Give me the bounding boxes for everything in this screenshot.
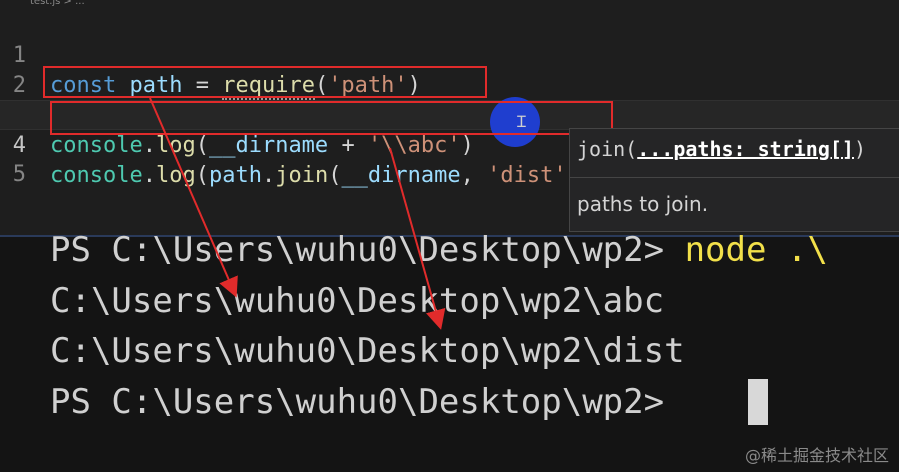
terminal-line-2: C:\Users\wuhu0\Desktop\wp2\abc [50,281,665,321]
code-editor[interactable]: test.js > ... 1 const path = require('pa… [0,0,899,235]
code-line-1[interactable]: 1 const path = require('path') [0,11,899,100]
editor-breadcrumb[interactable]: test.js > ... [0,0,899,8]
terminal-line-3: C:\Users\wuhu0\Desktop\wp2\dist [50,331,685,371]
parameter-hint-popup: join(...paths: string[]) paths to join. [569,128,899,232]
terminal-line-1: PS C:\Users\wuhu0\Desktop\wp2> node .\ [50,230,828,270]
line-number: 5 [12,162,26,187]
highlight-box-line-3 [43,66,487,98]
popup-divider [570,177,899,178]
highlight-box-line-4 [50,101,613,135]
parameter-hint-signature: join(...paths: string[]) [577,137,867,161]
terminal-line-4: PS C:\Users\wuhu0\Desktop\wp2> [50,382,685,422]
parameter-hint-doc: paths to join. [577,192,709,216]
terminal-panel[interactable]: PS C:\Users\wuhu0\Desktop\wp2> node .\ C… [0,230,899,472]
terminal-cursor [748,379,768,425]
watermark: @稀土掘金技术社区 [744,446,889,465]
code-text: console.log(path.join(__dirname, 'dist')… [50,163,593,188]
